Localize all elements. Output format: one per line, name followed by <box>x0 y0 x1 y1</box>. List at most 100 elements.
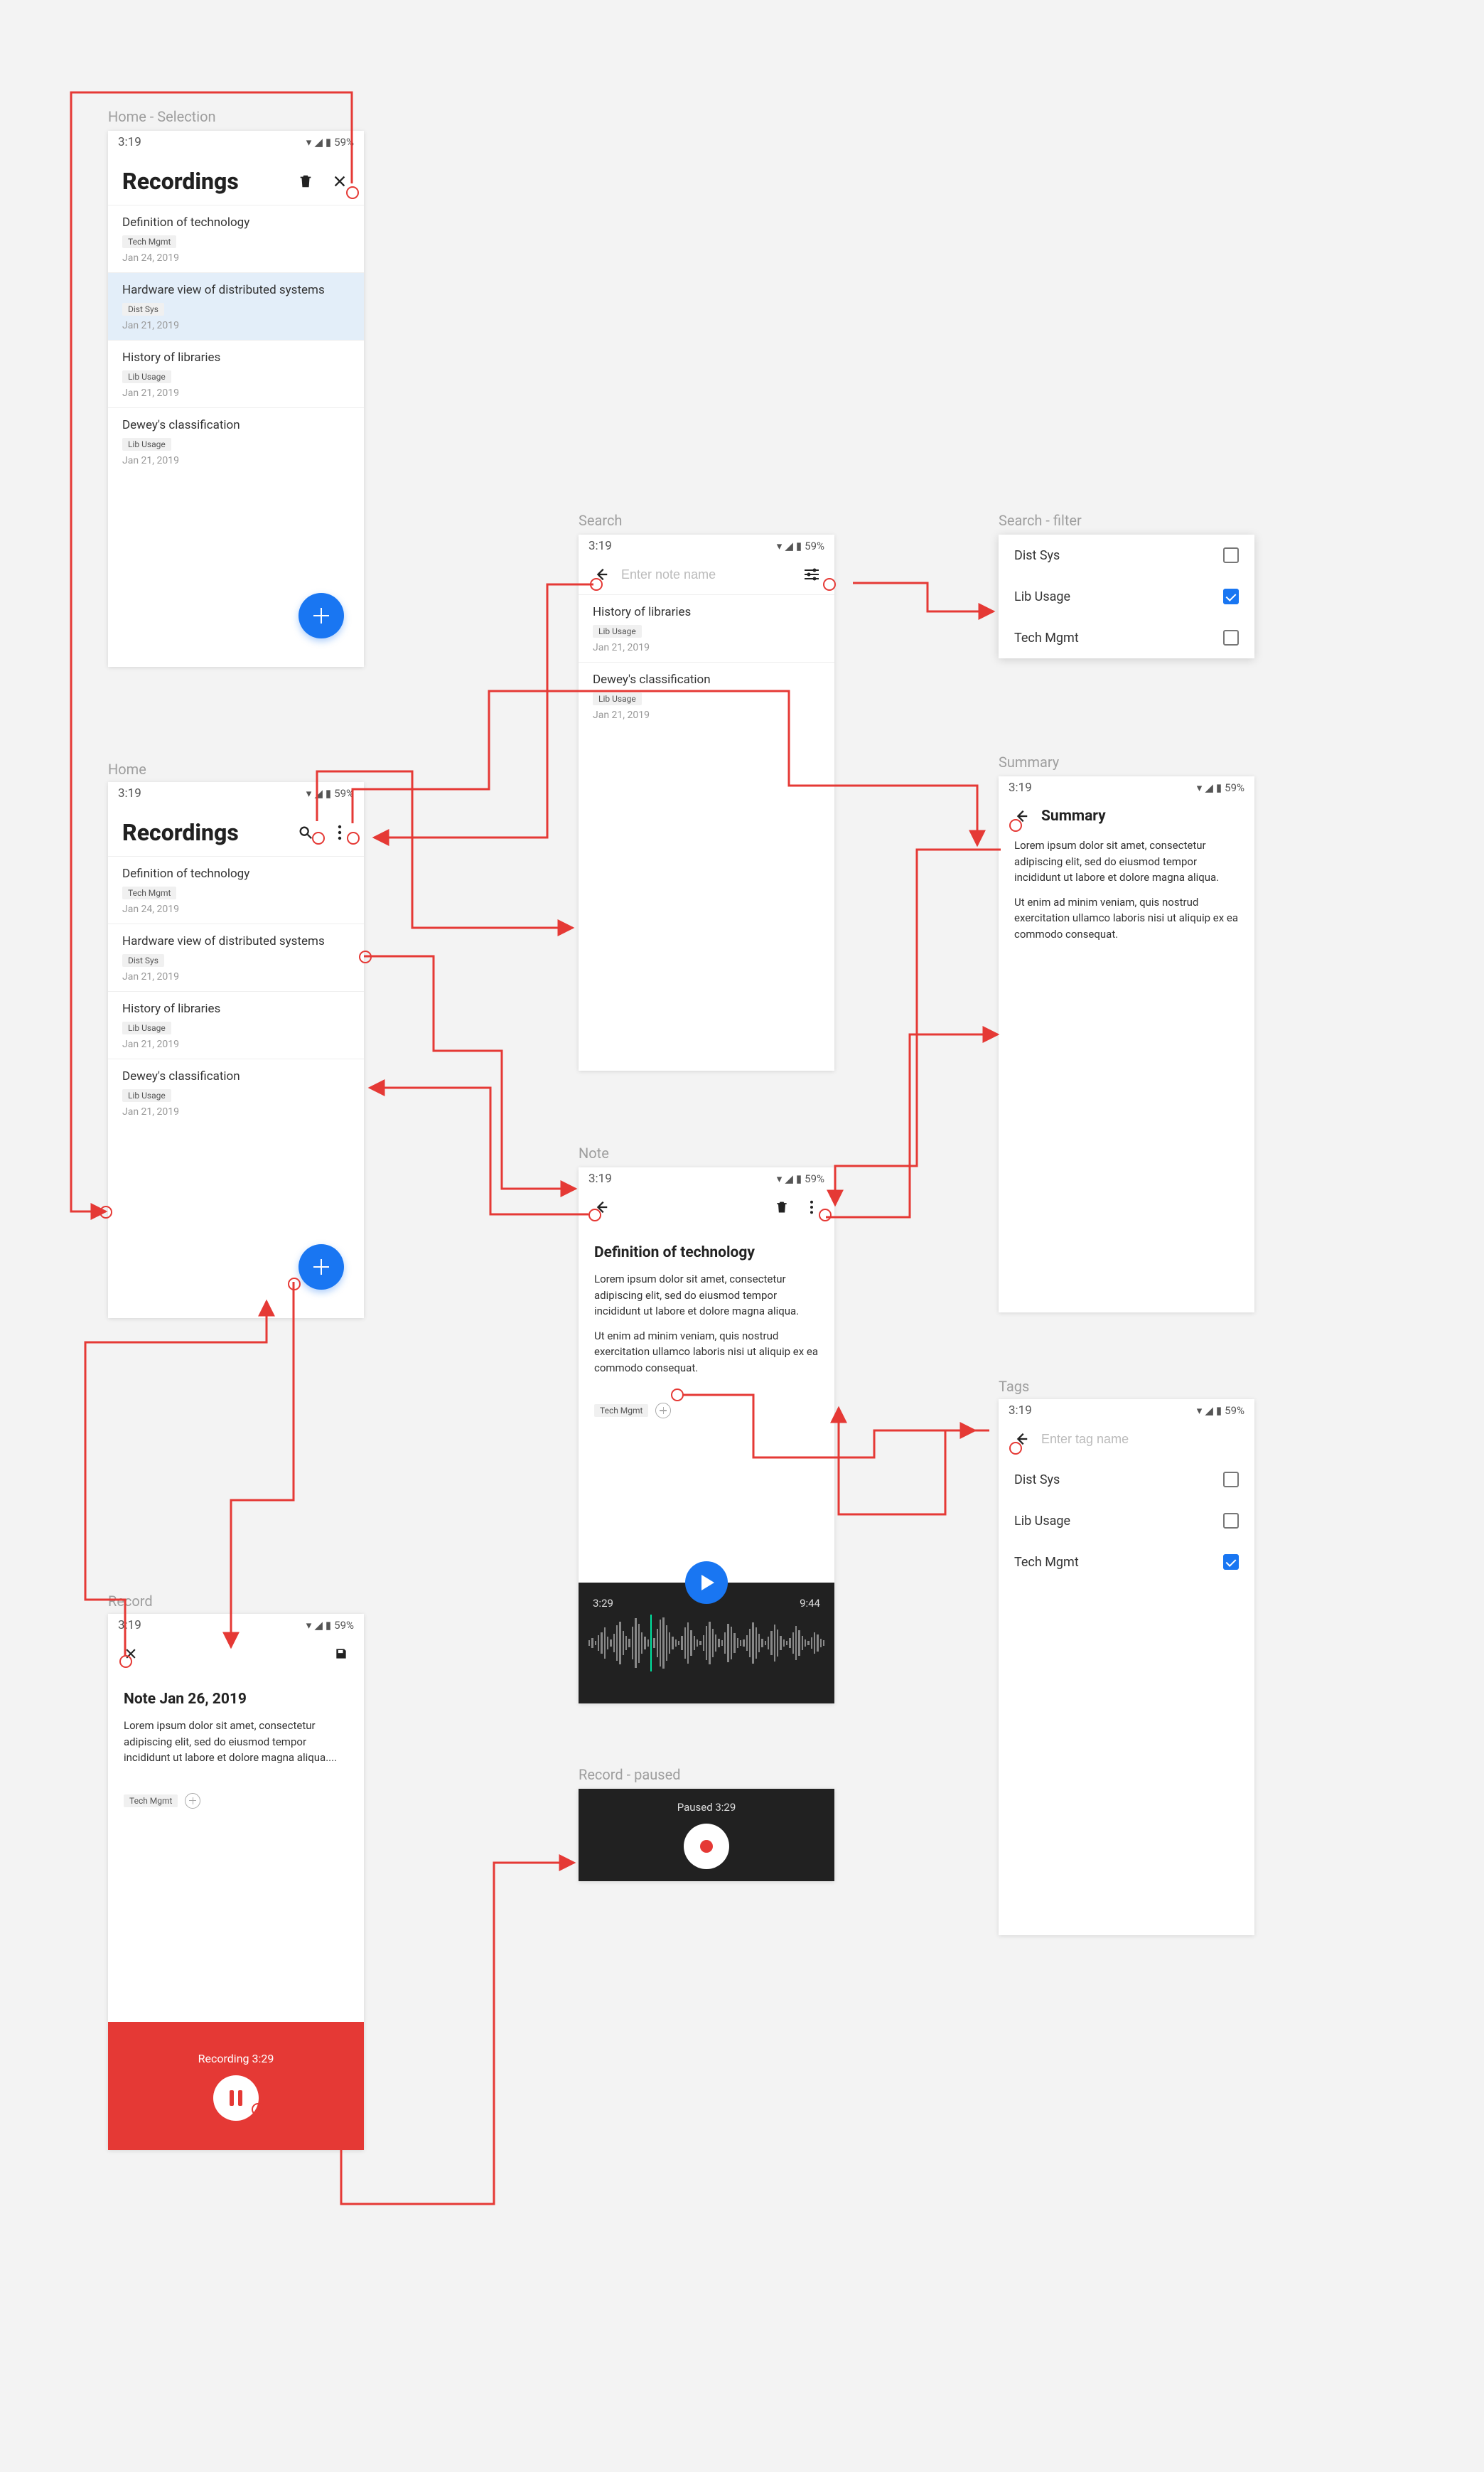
record-tag[interactable]: Tech Mgmt <box>124 1794 178 1807</box>
note-p2: Ut enim ad minim veniam, quis nostrud ex… <box>594 1328 819 1376</box>
label-record: Record <box>108 1593 153 1610</box>
status-time: 3:19 <box>588 1172 612 1186</box>
item-tag: Tech Mgmt <box>122 887 176 899</box>
audio-player: 3:29 9:44 <box>579 1583 834 1703</box>
summary-p2: Ut enim ad minim veniam, quis nostrud ex… <box>1014 894 1239 943</box>
summary-body: Lorem ipsum dolor sit amet, consectetur … <box>999 830 1254 968</box>
label-home-selection: Home - Selection <box>108 108 216 125</box>
tag-row[interactable]: Tech Mgmt <box>999 1541 1254 1583</box>
checkbox-checked[interactable] <box>1223 589 1239 604</box>
label-home: Home <box>108 761 146 778</box>
filter-row[interactable]: Dist Sys <box>999 535 1254 576</box>
note-p1: Lorem ipsum dolor sit amet, consectetur … <box>594 1271 819 1320</box>
battery-icon: ▮ <box>1216 781 1222 794</box>
list-item[interactable]: Definition of technology Tech Mgmt Jan 2… <box>108 856 364 924</box>
list-item[interactable]: Dewey's classification Lib Usage Jan 21,… <box>108 407 364 475</box>
search-bar <box>579 555 834 594</box>
list-item[interactable]: History of libraries Lib Usage Jan 21, 2… <box>108 340 364 407</box>
battery-icon: ▮ <box>326 1619 331 1632</box>
tag-input[interactable] <box>1041 1432 1242 1447</box>
header: Recordings <box>108 802 364 856</box>
item-date: Jan 21, 2019 <box>122 320 350 331</box>
filter-icon[interactable] <box>802 565 822 584</box>
status-right: ▾ ◢ ▮ 59% <box>1197 781 1244 794</box>
fab-add[interactable] <box>299 1244 344 1290</box>
add-tag-icon[interactable] <box>655 1403 671 1418</box>
play-button[interactable] <box>685 1561 728 1604</box>
recording-list: Definition of technology Tech Mgmt Jan 2… <box>108 205 364 475</box>
delete-icon[interactable] <box>296 171 316 191</box>
status-bar: 3:19 ▾ ◢ ▮ 59% <box>108 782 364 802</box>
wifi-icon: ▾ <box>1197 1404 1203 1417</box>
status-right: ▾ ◢ ▮ 59% <box>777 540 824 552</box>
checkbox[interactable] <box>1223 1513 1239 1529</box>
wifi-icon: ▾ <box>306 787 312 800</box>
recording-label: Recording 3:29 <box>198 2052 274 2065</box>
screen-note: 3:19 ▾ ◢ ▮ 59% Definition of technology … <box>579 1167 834 1703</box>
status-time: 3:19 <box>1009 1403 1032 1418</box>
checkbox[interactable] <box>1223 547 1239 563</box>
record-button[interactable] <box>684 1824 729 1869</box>
delete-icon[interactable] <box>772 1197 792 1217</box>
item-date: Jan 21, 2019 <box>122 387 350 399</box>
add-tag-icon[interactable] <box>185 1793 200 1809</box>
tag-label: Tech Mgmt <box>1014 1555 1079 1570</box>
recording-bar: Recording 3:29 <box>108 2022 364 2150</box>
status-bar: 3:19 ▾ ◢ ▮ 59% <box>579 1167 834 1187</box>
tag-row[interactable]: Lib Usage <box>999 1500 1254 1541</box>
status-time: 3:19 <box>118 1618 141 1632</box>
status-right: ▾ ◢ ▮ 59% <box>777 1172 824 1185</box>
checkbox[interactable] <box>1223 1472 1239 1487</box>
filter-row[interactable]: Tech Mgmt <box>999 617 1254 658</box>
list-item[interactable]: History of libraries Lib Usage Jan 21, 2… <box>579 594 834 662</box>
header: Recordings <box>108 151 364 205</box>
checkbox[interactable] <box>1223 630 1239 646</box>
item-tag: Lib Usage <box>593 625 642 638</box>
note-header <box>579 1187 834 1227</box>
signal-icon: ◢ <box>314 1619 323 1632</box>
wifi-icon: ▾ <box>306 1619 312 1632</box>
note-tag[interactable]: Tech Mgmt <box>594 1404 648 1417</box>
list-item[interactable]: Hardware view of distributed systems Dis… <box>108 924 364 991</box>
list-item[interactable]: Dewey's classification Lib Usage Jan 21,… <box>579 662 834 729</box>
signal-icon: ◢ <box>314 787 323 800</box>
status-bar: 3:19 ▾ ◢ ▮ 59% <box>108 1614 364 1634</box>
tag-label: Lib Usage <box>1014 1514 1070 1529</box>
item-tag: Lib Usage <box>122 1022 171 1034</box>
fab-add[interactable] <box>299 593 344 638</box>
battery-icon: ▮ <box>326 787 331 800</box>
item-tag: Tech Mgmt <box>122 235 176 248</box>
tag-row[interactable]: Dist Sys <box>999 1459 1254 1500</box>
paused-bar: Paused 3:29 <box>579 1789 834 1881</box>
note-title: Definition of technology <box>594 1244 819 1261</box>
filter-row[interactable]: Lib Usage <box>999 576 1254 617</box>
pause-button[interactable] <box>213 2075 259 2121</box>
item-title: Hardware view of distributed systems <box>122 283 350 297</box>
status-time: 3:19 <box>118 135 141 149</box>
list-item-selected[interactable]: Hardware view of distributed systems Dis… <box>108 272 364 340</box>
search-input[interactable] <box>621 567 792 582</box>
checkbox-checked[interactable] <box>1223 1554 1239 1570</box>
status-battery: 59% <box>1225 1404 1244 1417</box>
save-icon[interactable] <box>331 1644 351 1664</box>
summary-header: Summary <box>999 796 1254 830</box>
screen-tags: 3:19 ▾ ◢ ▮ 59% Dist Sys Lib Usage Tech M… <box>999 1399 1254 1935</box>
signal-icon: ◢ <box>785 540 793 552</box>
item-tag: Dist Sys <box>122 303 164 316</box>
battery-icon: ▮ <box>1216 1404 1222 1417</box>
status-battery: 59% <box>805 540 824 552</box>
status-time: 3:19 <box>1009 781 1032 795</box>
list-item[interactable]: Dewey's classification Lib Usage Jan 21,… <box>108 1059 364 1126</box>
item-tag: Lib Usage <box>593 692 642 705</box>
signal-icon: ◢ <box>314 136 323 149</box>
status-battery: 59% <box>334 1619 354 1632</box>
item-title: Dewey's classification <box>122 418 350 432</box>
player-total: 9:44 <box>800 1597 820 1610</box>
item-date: Jan 21, 2019 <box>122 971 350 983</box>
list-item[interactable]: History of libraries Lib Usage Jan 21, 2… <box>108 991 364 1059</box>
list-item[interactable]: Definition of technology Tech Mgmt Jan 2… <box>108 205 364 272</box>
waveform[interactable] <box>579 1610 834 1681</box>
summary-title: Summary <box>1041 808 1106 825</box>
note-tags: Tech Mgmt <box>579 1401 834 1420</box>
item-date: Jan 21, 2019 <box>593 642 820 653</box>
